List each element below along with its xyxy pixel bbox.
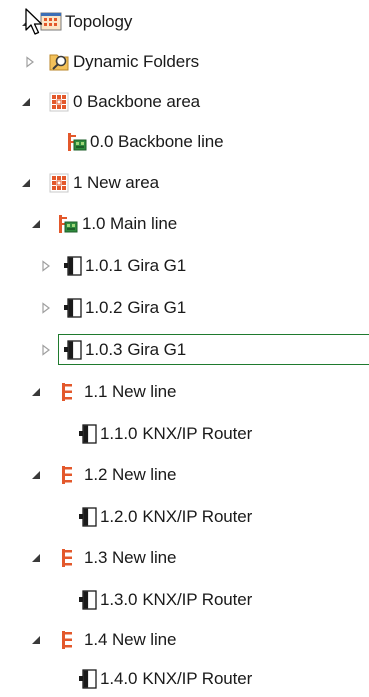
device-name: Gira G1 [127,340,187,359]
tree-item-label: 1.1 New line [84,382,177,401]
device-address: 1.0.3 [85,340,123,359]
tree-item-line-1-1[interactable]: 1.1 New line [0,374,369,410]
tree-item-backbone-area[interactable]: 0 Backbone area [0,84,369,120]
tree-item-label: Dynamic Folders [73,52,200,71]
topology-tree: Topology Dynamic Folders 0 Backbone area… [0,0,369,697]
expanded-arrow-icon[interactable] [30,469,42,481]
expanded-arrow-icon[interactable] [30,386,42,398]
tree-item-label: 1.4.0 KNX/IP Router [100,661,252,697]
device-icon [61,255,83,277]
line-icon [57,381,79,403]
device-address: 1.0.2 [85,298,123,317]
device-name: Gira G1 [127,298,187,317]
device-address: 1.2.0 [100,507,138,526]
tree-item-line-1-4[interactable]: 1.4 New line [0,622,369,658]
expanded-arrow-icon[interactable] [30,552,42,564]
device-name: KNX/IP Router [142,669,253,688]
tree-item-label: Topology [65,12,133,31]
collapsed-arrow-icon[interactable] [24,56,36,68]
tree-item-label: 1.1.0 KNX/IP Router [100,416,252,452]
tree-item-label: 1.0.2 Gira G1 [85,290,186,326]
tree-item-label: 1 New area [73,173,159,192]
device-icon [76,506,98,528]
collapsed-arrow-icon[interactable] [40,260,52,272]
area-icon [48,91,70,113]
tree-item-backbone-line[interactable]: 0.0 Backbone line [0,124,369,160]
mouse-cursor-icon [25,8,43,35]
device-name: Gira G1 [127,256,187,275]
main-line-icon [57,213,79,235]
device-address: 1.4.0 [100,669,138,688]
tree-item-device-1-2-0[interactable]: 1.2.0 KNX/IP Router [0,499,369,535]
tree-item-dynamic-folders[interactable]: Dynamic Folders [0,44,369,80]
device-icon [61,297,83,319]
tree-item-device-1-4-0[interactable]: 1.4.0 KNX/IP Router [0,661,369,697]
tree-item-topology[interactable]: Topology [0,4,369,40]
tree-item-label: 1.3 New line [84,548,177,567]
tree-item-main-line[interactable]: 1.0 Main line [0,206,369,242]
tree-item-label: 0 Backbone area [73,92,201,111]
collapsed-arrow-icon[interactable] [40,302,52,314]
tree-item-label: 1.0.1 Gira G1 [85,248,186,284]
tree-item-label: 1.0 Main line [82,214,178,233]
collapsed-arrow-icon[interactable] [40,344,52,356]
tree-item-label: 1.2 New line [84,465,177,484]
device-name: KNX/IP Router [142,590,253,609]
device-address: 1.0.1 [85,256,123,275]
expanded-arrow-icon[interactable] [20,177,32,189]
device-icon [76,668,98,690]
tree-item-label: 1.0.3 Gira G1 [85,332,186,368]
tree-item-device-1-1-0[interactable]: 1.1.0 KNX/IP Router [0,416,369,452]
tree-item-device-1-0-1[interactable]: 1.0.1 Gira G1 [0,248,369,284]
device-name: KNX/IP Router [142,507,253,526]
tree-item-device-1-3-0[interactable]: 1.3.0 KNX/IP Router [0,582,369,618]
device-icon [76,423,98,445]
tree-item-label: 1.4 New line [84,630,177,649]
device-address: 1.3.0 [100,590,138,609]
expanded-arrow-icon[interactable] [20,96,32,108]
device-name: KNX/IP Router [142,424,253,443]
dynamic-folder-icon [48,51,70,73]
line-icon [57,464,79,486]
tree-item-new-area[interactable]: 1 New area [0,165,369,201]
device-address: 1.1.0 [100,424,138,443]
main-line-icon [66,131,88,153]
line-icon [57,547,79,569]
tree-item-device-1-0-2[interactable]: 1.0.2 Gira G1 [0,290,369,326]
tree-item-label: 1.3.0 KNX/IP Router [100,582,252,618]
tree-item-line-1-2[interactable]: 1.2 New line [0,457,369,493]
tree-item-label: 1.2.0 KNX/IP Router [100,499,252,535]
tree-item-label: 0.0 Backbone line [90,132,224,151]
device-icon [61,339,83,361]
area-icon [48,172,70,194]
tree-item-line-1-3[interactable]: 1.3 New line [0,540,369,576]
line-icon [57,629,79,651]
expanded-arrow-icon[interactable] [30,218,42,230]
expanded-arrow-icon[interactable] [30,634,42,646]
tree-item-device-1-0-3[interactable]: 1.0.3 Gira G1 [0,332,369,368]
device-icon [76,589,98,611]
